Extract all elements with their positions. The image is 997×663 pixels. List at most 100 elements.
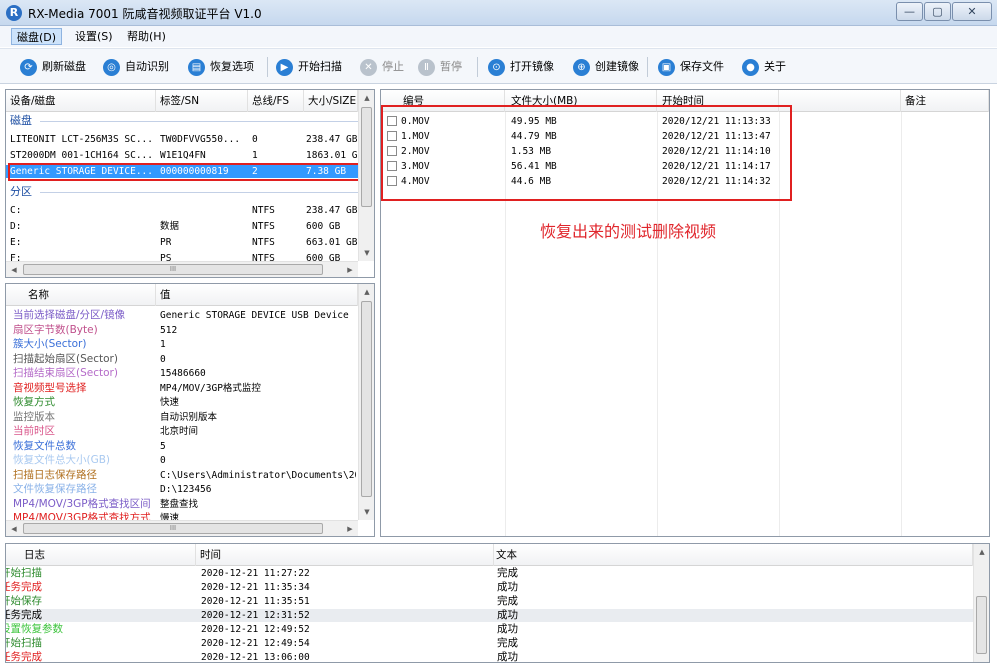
scroll-thumb[interactable] xyxy=(361,301,372,497)
about-icon: ● xyxy=(742,58,759,76)
log-row[interactable]: 任务完成 2020-12-21 13:06:00 成功 xyxy=(6,651,973,663)
open-image-icon: ⊙ xyxy=(488,58,505,76)
menu-disk[interactable]: 磁盘(D) xyxy=(11,28,63,45)
scroll-up-arrow-icon[interactable]: ▲ xyxy=(974,544,989,560)
menu-help[interactable]: 帮助(H) xyxy=(122,28,171,45)
property-row[interactable]: 扫描日志保存路径 C:\Users\Administrator\Documents… xyxy=(6,469,358,482)
toolbar-button-save-file[interactable]: ▣ 保存文件 xyxy=(658,57,724,77)
properties-header: 名称 值 xyxy=(6,284,358,306)
log-event: 开始保存 xyxy=(6,595,42,607)
device-sn: W1E1Q4FN xyxy=(160,150,206,161)
toolbar-button-about[interactable]: ● 关于 xyxy=(742,57,786,77)
property-row[interactable]: 扫描起始扇区(Sector) 0 xyxy=(6,353,358,366)
log-text: 成功 xyxy=(497,623,518,635)
group-divider xyxy=(40,192,358,193)
property-value: 1 xyxy=(160,339,166,350)
scroll-up-arrow-icon[interactable]: ▲ xyxy=(359,90,374,106)
property-row[interactable]: 当前时区 北京时间 xyxy=(6,425,358,438)
property-row[interactable]: 扇区字节数(Byte) 512 xyxy=(6,324,358,337)
device-name: C: xyxy=(10,205,22,216)
log-row[interactable]: 任务完成 2020-12-21 12:31:52 成功 xyxy=(6,609,973,622)
log-event: 设置恢复参数 xyxy=(5,623,63,635)
log-row[interactable]: 设置恢复参数 2020-12-21 12:49:52 成功 xyxy=(6,623,973,636)
property-row[interactable]: 恢复文件总大小(GB) 0 xyxy=(6,454,358,467)
column-text[interactable]: 文本 xyxy=(494,544,973,566)
log-vscrollbar[interactable]: ▲ xyxy=(973,544,989,662)
property-row[interactable]: 音视频型号选择 MP4/MOV/3GP格式监控 xyxy=(6,382,358,395)
scroll-down-arrow-icon[interactable]: ▼ xyxy=(359,504,374,520)
property-name: 扫描日志保存路径 xyxy=(13,468,97,481)
log-time: 2020-12-21 12:49:52 xyxy=(201,624,310,635)
property-row[interactable]: 恢复方式 快速 xyxy=(6,396,358,409)
log-row[interactable]: 开始扫描 2020-12-21 12:49:54 完成 xyxy=(6,637,973,650)
device-list-hscrollbar[interactable]: ◀ III ▶ xyxy=(6,261,358,277)
column-device[interactable]: 设备/磁盘 xyxy=(6,90,156,112)
device-row[interactable]: C: NTFS 238.47 GB xyxy=(6,204,358,217)
property-value: 快速 xyxy=(160,397,180,408)
scroll-left-arrow-icon[interactable]: ◀ xyxy=(6,262,22,277)
stop-icon: ✕ xyxy=(360,58,377,76)
device-row[interactable]: D: 数据 NTFS 600 GB xyxy=(6,220,358,233)
toolbar-button-auto-detect[interactable]: ◎ 自动识别 xyxy=(103,57,169,77)
column-size[interactable]: 大小/SIZE xyxy=(304,90,358,112)
scroll-thumb[interactable]: III xyxy=(23,523,323,534)
column-bus-fs[interactable]: 总线/FS xyxy=(248,90,304,112)
minimize-button[interactable]: — xyxy=(896,2,923,21)
partition-group-label: 分区 xyxy=(10,185,32,198)
device-sn: TW0DFVVG550... xyxy=(160,134,241,145)
device-row[interactable]: E: PR NTFS 663.01 GB xyxy=(6,236,358,249)
property-row[interactable]: 文件恢复保存路径 D:\123456 xyxy=(6,483,358,496)
property-row[interactable]: MP4/MOV/3GP格式查找区间 整盘查找 xyxy=(6,498,358,511)
log-event: 任务完成 xyxy=(6,581,42,593)
column-empty[interactable] xyxy=(779,90,901,112)
property-value: C:\Users\Administrator\Documents\20. xyxy=(160,469,356,481)
toolbar-button-start-scan[interactable]: ▶ 开始扫描 xyxy=(276,57,342,77)
scroll-up-arrow-icon[interactable]: ▲ xyxy=(359,284,374,300)
log-event: 任务完成 xyxy=(6,609,42,621)
scroll-thumb[interactable]: III xyxy=(23,264,323,275)
device-name: E: xyxy=(10,237,22,248)
scroll-down-arrow-icon[interactable]: ▼ xyxy=(359,245,374,261)
toolbar-button-stop[interactable]: ✕ 停止 xyxy=(360,57,404,77)
property-row[interactable]: 监控版本 自动识别版本 xyxy=(6,411,358,424)
log-row[interactable]: 开始扫描 2020-12-21 11:27:22 完成 xyxy=(6,567,973,580)
property-row[interactable]: 当前选择磁盘/分区/镜像 Generic STORAGE DEVICE USB D… xyxy=(6,309,358,322)
column-value[interactable]: 值 xyxy=(156,284,358,306)
toolbar-button-refresh[interactable]: ⟳ 刷新磁盘 xyxy=(20,57,86,77)
menu-settings[interactable]: 设置(S) xyxy=(70,28,118,45)
toolbar-button-pause[interactable]: Ⅱ 暂停 xyxy=(418,57,462,77)
toolbar-button-create-image[interactable]: ⊕ 创建镜像 xyxy=(573,57,639,77)
property-row[interactable]: 恢复文件总数 5 xyxy=(6,440,358,453)
scroll-right-arrow-icon[interactable]: ▶ xyxy=(342,262,358,277)
column-name[interactable]: 名称 xyxy=(6,284,156,306)
device-sn: PR xyxy=(160,237,172,248)
property-row[interactable]: 簇大小(Sector) 1 xyxy=(6,338,358,351)
log-row[interactable]: 任务完成 2020-12-21 11:35:34 成功 xyxy=(6,581,973,594)
device-row[interactable]: LITEONIT LCT-256M3S SC... TW0DFVVG550... 0… xyxy=(6,133,358,146)
scroll-thumb[interactable] xyxy=(361,107,372,207)
properties-vscrollbar[interactable]: ▲ ▼ xyxy=(358,284,374,520)
scroll-left-arrow-icon[interactable]: ◀ xyxy=(6,521,22,536)
device-list-vscrollbar[interactable]: ▲ ▼ xyxy=(358,90,374,261)
column-note[interactable]: 备注 xyxy=(901,90,989,112)
toolbar-button-open-image[interactable]: ⊙ 打开镜像 xyxy=(488,57,554,77)
column-time[interactable]: 时间 xyxy=(196,544,494,566)
property-row[interactable]: 扫描结束扇区(Sector) 15486660 xyxy=(6,367,358,380)
log-time: 2020-12-21 13:06:00 xyxy=(201,652,310,663)
property-value: D:\123456 xyxy=(160,484,212,495)
scroll-thumb[interactable] xyxy=(976,596,987,654)
log-event: 任务完成 xyxy=(6,651,42,663)
toolbar-button-restore-options[interactable]: ▤ 恢复选项 xyxy=(188,57,254,77)
column-log[interactable]: 日志 xyxy=(6,544,196,566)
column-label-sn[interactable]: 标签/SN xyxy=(156,90,248,112)
scroll-right-arrow-icon[interactable]: ▶ xyxy=(342,521,358,536)
properties-hscrollbar[interactable]: ◀ III ▶ xyxy=(6,520,358,536)
app-logo-icon: R xyxy=(6,5,22,21)
log-row[interactable]: 开始保存 2020-12-21 11:35:51 完成 xyxy=(6,595,973,608)
disk-group-label: 磁盘 xyxy=(10,114,32,127)
maximize-button[interactable]: ▢ xyxy=(924,2,951,21)
log-text: 完成 xyxy=(497,567,518,579)
property-name: 当前时区 xyxy=(13,425,55,437)
device-row[interactable]: ST2000DM 001-1CH164 SC... W1E1Q4FN 1 1863.0… xyxy=(6,149,358,162)
close-button[interactable]: ✕ xyxy=(952,2,992,21)
